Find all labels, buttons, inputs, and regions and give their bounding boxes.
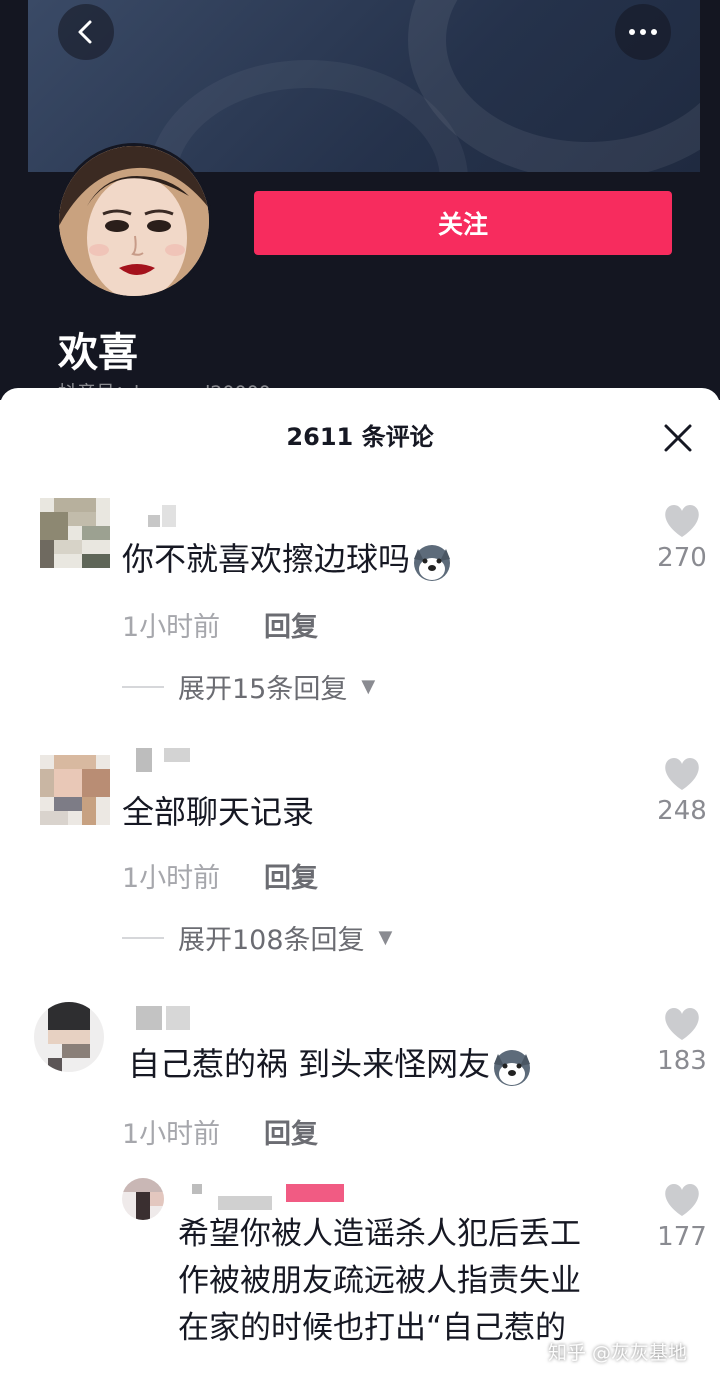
comment-text: 你不就喜欢擦边球吗 xyxy=(122,537,454,583)
reply-button[interactable]: 回复 xyxy=(264,605,318,644)
caret-down-icon: ▼ xyxy=(378,927,393,948)
avatar[interactable] xyxy=(40,755,110,825)
comment-text: 自己惹的祸 到头来怪网友 xyxy=(128,1042,534,1088)
comment-username[interactable] xyxy=(192,1184,352,1210)
heart-icon xyxy=(665,505,699,537)
avatar-portrait-image xyxy=(59,146,209,296)
chevron-left-icon xyxy=(78,20,92,44)
expand-replies-label: 展开108条回复 xyxy=(178,925,365,956)
expand-replies-label: 展开15条回复 xyxy=(178,674,348,705)
avatar[interactable] xyxy=(122,1178,164,1220)
comment-text: 全部聊天记录 xyxy=(122,793,315,831)
reply-text-line: 在家的时候也打出“自己惹的 xyxy=(178,1310,567,1346)
avatar[interactable] xyxy=(40,498,110,568)
expand-replies-button[interactable]: 展开15条回复 ▼ xyxy=(122,667,375,706)
comments-count-title: 2611 条评论 xyxy=(286,423,434,451)
reply-text-line: 希望你被人造谣杀人犯后丢工 xyxy=(178,1216,581,1252)
heart-icon xyxy=(665,1184,699,1216)
profile-avatar[interactable] xyxy=(56,143,212,299)
like-button[interactable]: 248 xyxy=(654,756,710,826)
like-count: 248 xyxy=(657,796,707,826)
reply-button[interactable]: 回复 xyxy=(264,856,318,895)
comment-item: 你不就喜欢擦边球吗 1小时前 回复 展开15条回复 ▼ 270 xyxy=(0,495,720,725)
comment-username[interactable] xyxy=(136,748,192,772)
comments-sheet: 2611 条评论 你不就喜欢擦边球吗 1小时前 回复 展开15条回复 ▼ 270… xyxy=(0,388,720,1387)
heart-icon xyxy=(665,758,699,790)
close-icon[interactable] xyxy=(656,416,700,460)
back-button[interactable] xyxy=(58,4,114,60)
like-count: 183 xyxy=(657,1046,707,1076)
profile-name: 欢喜 xyxy=(58,330,138,376)
husky-emoji-icon xyxy=(414,545,451,581)
comment-time: 1小时前 xyxy=(122,612,221,643)
comment-item: 全部聊天记录 1小时前 回复 展开108条回复 ▼ 248 xyxy=(0,748,720,978)
comment-item: 自己惹的祸 到头来怪网友 1小时前 回复 183 xyxy=(0,1000,720,1160)
like-count: 177 xyxy=(657,1222,707,1252)
more-dots-icon xyxy=(629,29,657,35)
like-button[interactable]: 177 xyxy=(654,1182,710,1252)
comment-username[interactable] xyxy=(148,505,178,529)
husky-emoji-icon xyxy=(494,1050,531,1086)
profile-header: 关注 欢喜 抖音号：kuan...d20000 xyxy=(0,0,720,400)
reply-text-line: 作被被朋友疏远被人指责失业 xyxy=(178,1263,581,1299)
like-count: 270 xyxy=(657,543,707,573)
follow-button[interactable]: 关注 xyxy=(254,191,672,255)
like-button[interactable]: 183 xyxy=(654,1006,710,1076)
more-options-button[interactable] xyxy=(615,4,671,60)
avatar[interactable] xyxy=(34,1002,104,1072)
watermark: 知乎 @灰灰基地 xyxy=(548,1342,688,1364)
comment-time: 1小时前 xyxy=(122,863,221,894)
reply-button[interactable]: 回复 xyxy=(264,1112,318,1151)
heart-icon xyxy=(665,1008,699,1040)
expand-replies-button[interactable]: 展开108条回复 ▼ xyxy=(122,918,392,957)
caret-down-icon: ▼ xyxy=(361,676,376,697)
comment-username[interactable] xyxy=(136,1006,192,1030)
comment-time: 1小时前 xyxy=(122,1119,221,1150)
like-button[interactable]: 270 xyxy=(654,503,710,573)
